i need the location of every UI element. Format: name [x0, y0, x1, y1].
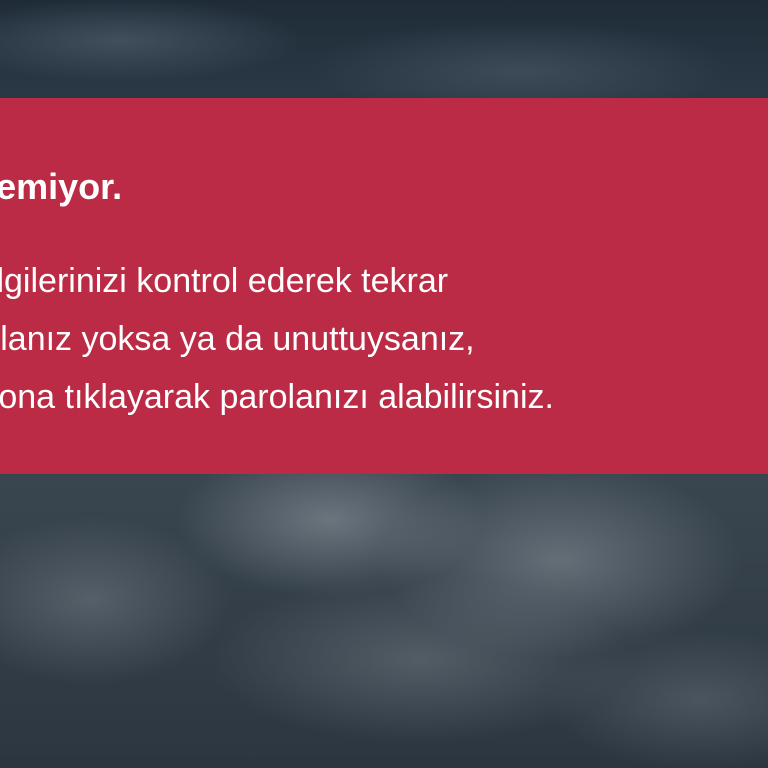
error-message-line: rolanız yoksa ya da unuttuysanız,: [0, 320, 475, 358]
error-message-line: utona tıklayarak parolanızı alabilirsini…: [0, 378, 554, 416]
error-message-line: bilgilerinizi kontrol ederek tekrar: [0, 262, 449, 300]
error-dialog: devam edilemiyor. bilgilerinizi kontrol …: [0, 98, 768, 474]
error-title: devam edilemiyor.: [0, 166, 123, 207]
error-message: bilgilerinizi kontrol ederek tekrar rola…: [0, 252, 554, 426]
login-screen: devam edilemiyor. bilgilerinizi kontrol …: [0, 0, 768, 768]
